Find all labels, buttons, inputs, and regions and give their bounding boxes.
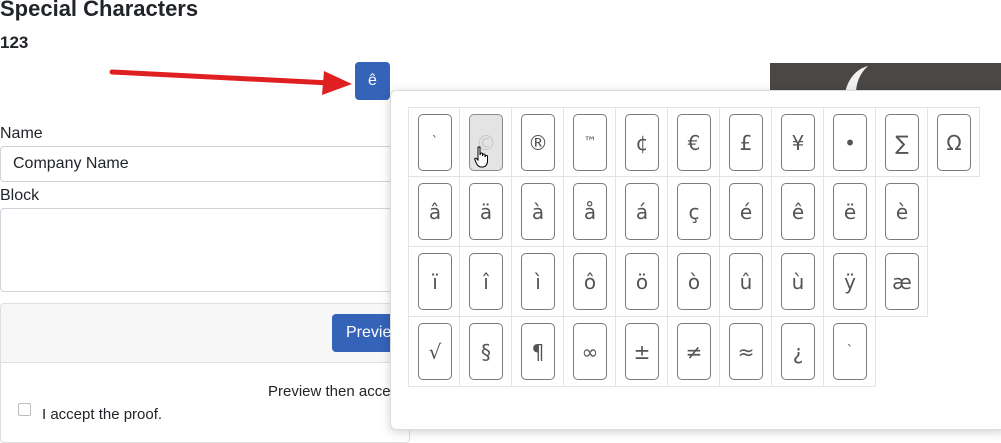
character-row: ïîìôöòûùÿæ (408, 247, 980, 317)
character-button[interactable]: ≈ (729, 323, 763, 380)
character-cell: â (408, 177, 460, 247)
character-button[interactable]: ¿ (781, 323, 815, 380)
page-subtitle: 123 (0, 33, 29, 52)
character-cell: ® (512, 107, 564, 177)
preview-note: Preview then accept (268, 383, 404, 400)
character-button[interactable]: ` (418, 114, 452, 171)
character-button[interactable]: ò (677, 253, 711, 310)
character-cell: ∞ (564, 317, 616, 387)
block-label: Block (0, 187, 40, 204)
character-button[interactable]: ∑ (885, 114, 919, 171)
character-button[interactable]: ï (418, 253, 452, 310)
character-cell: ` (824, 317, 876, 387)
character-button[interactable]: ê (781, 183, 815, 240)
preview-card-header: Preview (1, 304, 409, 363)
character-grid: ` © ® ™ ¢ € £ ¥ • ∑ Ωâ ä à å á ç é ê ë è ï î ì ô ö ò û ù ÿ æ √ § ¶ ∞ ± ≠ ≈ ¿ ` (408, 107, 980, 387)
character-button[interactable]: § (469, 323, 503, 380)
character-button[interactable]: ÿ (833, 253, 867, 310)
character-button[interactable]: • (833, 114, 867, 171)
character-cell: ≠ (668, 317, 720, 387)
character-cell: ò (668, 247, 720, 317)
character-button[interactable]: € (677, 114, 711, 171)
character-button[interactable]: £ (729, 114, 763, 171)
character-cell: á (616, 177, 668, 247)
character-button[interactable]: à (521, 183, 555, 240)
character-button[interactable]: á (625, 183, 659, 240)
character-button[interactable]: ∞ (573, 323, 607, 380)
character-row: √ § ¶ ∞ ± ≠ ≈ ¿ ` (408, 317, 980, 387)
character-cell: ∑ (876, 107, 928, 177)
character-row: ` © ® ™ ¢ € £ ¥ • ∑ Ω (408, 107, 980, 177)
character-cell: ¶ (512, 317, 564, 387)
character-button[interactable]: î (469, 253, 503, 310)
character-button[interactable]: å (573, 183, 607, 240)
name-input[interactable] (0, 146, 400, 182)
accept-checkbox[interactable] (18, 403, 31, 416)
character-button[interactable]: Ω (937, 114, 971, 171)
character-cell: é (720, 177, 772, 247)
character-cell: ` (408, 107, 460, 177)
character-button[interactable]: ¥ (781, 114, 815, 171)
character-cell: ™ (564, 107, 616, 177)
character-cell: è (876, 177, 928, 247)
character-cell: î (460, 247, 512, 317)
character-button[interactable]: ± (625, 323, 659, 380)
character-button[interactable]: ≠ (677, 323, 711, 380)
character-cell: § (460, 317, 512, 387)
accept-label: I accept the proof. (42, 406, 163, 423)
character-cell: ë (824, 177, 876, 247)
character-cell: Ω (928, 107, 980, 177)
character-button[interactable]: ù (781, 253, 815, 310)
character-cell: ï (408, 247, 460, 317)
character-cell: ê (772, 177, 824, 247)
character-cell: • (824, 107, 876, 177)
character-button[interactable]: û (729, 253, 763, 310)
character-cell: à (512, 177, 564, 247)
character-cell: û (720, 247, 772, 317)
character-button[interactable]: ¢ (625, 114, 659, 171)
character-button[interactable]: ç (677, 183, 711, 240)
character-cell: ö (616, 247, 668, 317)
character-button[interactable]: è (885, 183, 919, 240)
character-button[interactable]: ô (573, 253, 607, 310)
red-arrow-annotation (109, 69, 352, 95)
character-cell: ÿ (824, 247, 876, 317)
character-cell: ô (564, 247, 616, 317)
character-cell: ì (512, 247, 564, 317)
preview-card: Preview Preview then accept I accept the… (0, 303, 410, 443)
character-button[interactable]: ä (469, 183, 503, 240)
character-button[interactable]: ö (625, 253, 659, 310)
character-button[interactable]: ë (833, 183, 867, 240)
character-button[interactable]: æ (885, 253, 919, 310)
character-cell: £ (720, 107, 772, 177)
special-characters-popover: ` © ® ™ ¢ € £ ¥ • ∑ Ωâ ä à å á ç é ê ë è ï î ì ô ö ò û ù ÿ æ √ § ¶ ∞ ± ≠ ≈ ¿ ` (390, 90, 1001, 430)
character-button[interactable]: √ (418, 323, 452, 380)
character-cell: ± (616, 317, 668, 387)
character-cell: ù (772, 247, 824, 317)
character-button[interactable]: ¶ (521, 323, 555, 380)
character-cell: ¢ (616, 107, 668, 177)
character-cell: √ (408, 317, 460, 387)
character-button[interactable]: ® (521, 114, 555, 171)
character-cell: € (668, 107, 720, 177)
character-button[interactable]: ™ (573, 114, 607, 171)
character-cell: ¿ (772, 317, 824, 387)
character-row: âäàåáçéêëè (408, 177, 980, 247)
character-cell: æ (876, 247, 928, 317)
background-image (770, 63, 1001, 93)
character-cell: å (564, 177, 616, 247)
character-button[interactable]: ` (833, 323, 867, 380)
character-cell: ç (668, 177, 720, 247)
hand-cursor-icon (474, 146, 488, 168)
character-button[interactable]: â (418, 183, 452, 240)
page-title: Special Characters (0, 0, 199, 21)
block-textarea[interactable] (0, 208, 400, 292)
name-label: Name (0, 125, 43, 142)
character-cell: ä (460, 177, 512, 247)
character-cell: ≈ (720, 317, 772, 387)
character-button[interactable]: ì (521, 253, 555, 310)
special-characters-button[interactable]: ê (355, 62, 390, 100)
character-cell: ¥ (772, 107, 824, 177)
character-button[interactable]: é (729, 183, 763, 240)
